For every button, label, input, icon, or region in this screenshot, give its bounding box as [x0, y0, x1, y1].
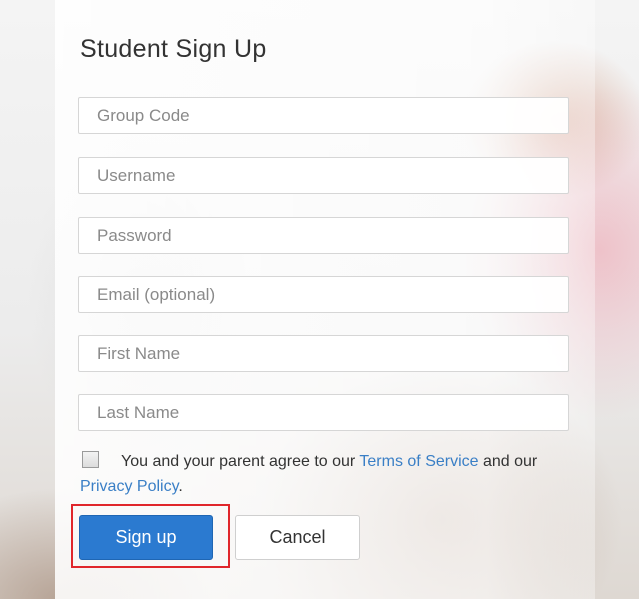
first-name-input[interactable]	[78, 335, 569, 372]
agreement-row: You and your parent agree to our Terms o…	[80, 449, 550, 499]
cancel-button[interactable]: Cancel	[235, 515, 360, 560]
email-input[interactable]	[78, 276, 569, 313]
agree-checkbox[interactable]	[82, 451, 99, 468]
signup-screen: Student Sign Up You and your parent agre…	[0, 0, 639, 599]
agreement-text-middle: and our	[478, 453, 538, 470]
terms-of-service-link[interactable]: Terms of Service	[359, 453, 478, 470]
sign-up-button[interactable]: Sign up	[79, 515, 213, 560]
privacy-policy-link[interactable]: Privacy Policy	[80, 478, 178, 495]
username-input[interactable]	[78, 157, 569, 194]
password-input[interactable]	[78, 217, 569, 254]
group-code-input[interactable]	[78, 97, 569, 134]
agreement-text-after: .	[178, 478, 183, 495]
agreement-text-before: You and your parent agree to our	[121, 453, 360, 470]
last-name-input[interactable]	[78, 394, 569, 431]
page-title: Student Sign Up	[80, 35, 267, 63]
